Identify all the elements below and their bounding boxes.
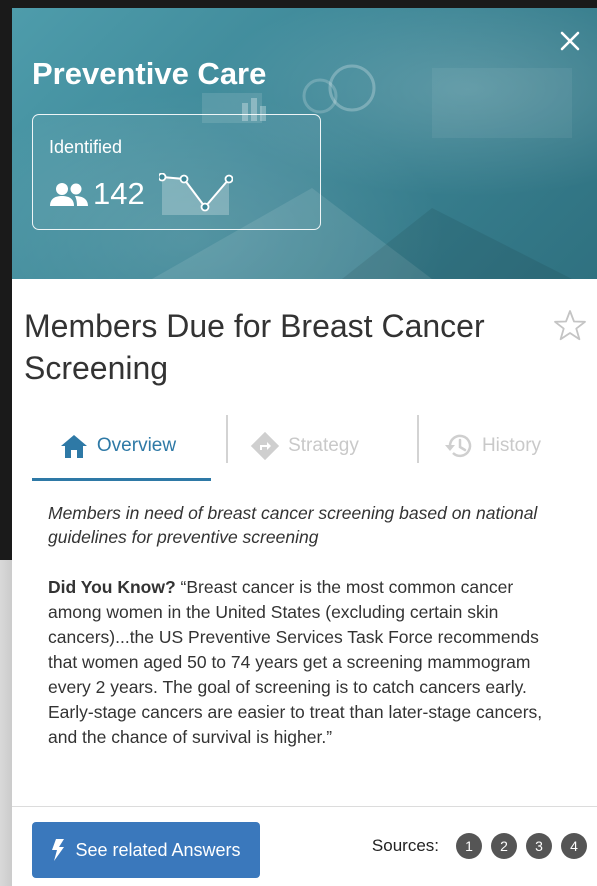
- overview-panel: Members in need of breast cancer screeni…: [24, 481, 585, 750]
- program-description: Members in need of breast cancer screeni…: [48, 503, 538, 547]
- tab-strategy[interactable]: Strategy: [211, 411, 398, 481]
- sources-label: Sources:: [371, 836, 439, 855]
- tab-bar: Overview Strategy History: [24, 411, 585, 481]
- source-link[interactable]: 4: [561, 833, 587, 859]
- tab-history-label: History: [481, 435, 542, 456]
- identified-stat-card[interactable]: Identified 142: [32, 114, 321, 230]
- sources-list: Sources: 1 2 3 4: [372, 833, 587, 859]
- favorite-button[interactable]: [553, 309, 587, 346]
- home-icon: [59, 433, 89, 459]
- did-you-know-text: “Breast cancer is the most common cancer…: [48, 577, 543, 747]
- see-related-answers-button[interactable]: See related Answers: [32, 822, 260, 878]
- close-icon: [560, 31, 580, 51]
- source-link[interactable]: 3: [526, 833, 552, 859]
- answers-button-label: See related Answers: [75, 839, 241, 860]
- did-you-know-label: Did You Know?: [48, 577, 176, 597]
- sparkline-chart-icon: [158, 173, 233, 215]
- tab-history[interactable]: History: [398, 411, 585, 481]
- tab-overview-label: Overview: [96, 435, 177, 456]
- identified-count: 142: [93, 176, 145, 211]
- did-you-know-paragraph: Did You Know? “Breast cancer is the most…: [48, 575, 561, 750]
- tab-strategy-label: Strategy: [288, 435, 359, 456]
- stat-row: 142: [49, 173, 233, 215]
- direction-sign-icon: [250, 431, 280, 461]
- close-button[interactable]: [555, 26, 585, 56]
- title-row: Members Due for Breast Cancer Screening: [24, 279, 587, 389]
- source-link[interactable]: 1: [456, 833, 482, 859]
- stat-label: Identified: [49, 137, 123, 157]
- content-area: Members Due for Breast Cancer Screening …: [12, 279, 597, 750]
- tab-overview[interactable]: Overview: [24, 411, 211, 481]
- card-footer: See related Answers Sources: 1 2 3 4: [12, 806, 597, 886]
- hero-banner: Preventive Care Identified 142: [12, 8, 597, 279]
- star-outline-icon: [554, 310, 586, 341]
- source-link[interactable]: 2: [491, 833, 517, 859]
- history-clock-icon: [442, 432, 474, 460]
- page-title: Members Due for Breast Cancer Screening: [24, 308, 485, 386]
- hero-title: Preventive Care: [32, 56, 267, 91]
- preventive-care-card: Preventive Care Identified 142 Members D…: [12, 8, 597, 886]
- people-icon: [50, 183, 88, 206]
- lightning-bolt-icon: [51, 839, 65, 861]
